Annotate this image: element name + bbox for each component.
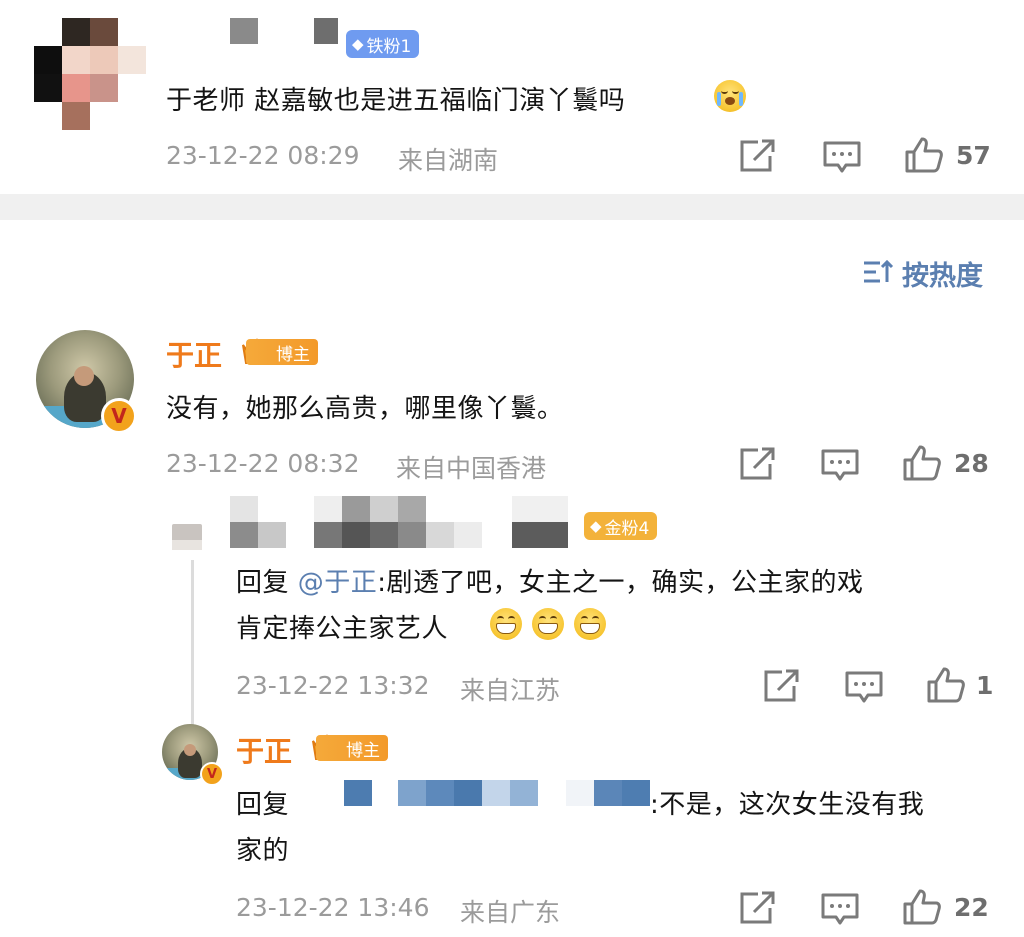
mention-link[interactable]: @于正	[298, 568, 378, 598]
blogger-badge-label: 博主	[276, 344, 310, 365]
fan-badge-label: 金粉4	[604, 518, 650, 539]
grinning-face-emoji	[490, 608, 522, 640]
comment-icon[interactable]	[822, 140, 862, 174]
author-name[interactable]: 于正	[166, 334, 222, 374]
reply-prefix: 回复	[236, 568, 298, 598]
comment-icon[interactable]	[820, 448, 860, 482]
grinning-face-emoji	[532, 608, 564, 640]
like-icon[interactable]	[926, 666, 966, 704]
comment-icon[interactable]	[820, 892, 860, 926]
reply-text-line2: 家的	[236, 836, 290, 866]
reply-prefix: 回复	[236, 790, 290, 820]
comment-text: 没有，她那么高贵，哪里像丫鬟。	[166, 394, 564, 424]
reply-text-line1: 回复 @于正:剧透了吧，女主之一，确实，公主家的戏	[236, 562, 864, 599]
like-icon[interactable]	[902, 444, 942, 482]
fan-badge: ◆ 金粉4	[584, 512, 658, 540]
like-count: 28	[954, 449, 989, 478]
reply-text-line1: :不是，这次女生没有我	[650, 790, 925, 820]
comment-location: 来自湖南	[398, 146, 499, 175]
fan-badge-label: 铁粉1	[366, 36, 412, 57]
comment-text-content: 于老师 赵嘉敏也是进五福临门演丫鬟吗	[166, 86, 626, 116]
share-icon[interactable]	[762, 668, 800, 704]
grinning-face-emoji	[574, 608, 606, 640]
diamond-icon: ◆	[352, 35, 364, 53]
like-count: 22	[954, 893, 989, 922]
reply-timestamp: 23-12-22 13:32	[236, 671, 430, 700]
blogger-badge: 博主	[246, 339, 318, 365]
like-count: 57	[956, 141, 991, 170]
crying-face-emoji	[714, 80, 746, 112]
reply-timestamp: 23-12-22 13:46	[236, 893, 430, 922]
reply-location: 来自江苏	[460, 676, 561, 705]
share-icon[interactable]	[738, 446, 776, 482]
verified-v-icon: V	[200, 762, 224, 786]
comment-location: 来自中国香港	[396, 454, 547, 483]
like-count: 1	[976, 671, 994, 700]
comment-timestamp: 23-12-22 08:32	[166, 449, 360, 478]
reply-text-part: 肯定捧公主家艺人	[236, 614, 449, 644]
fan-badge: ◆ 铁粉1	[346, 30, 420, 58]
reply-location: 来自广东	[460, 898, 561, 927]
share-icon[interactable]	[738, 890, 776, 926]
section-divider	[0, 194, 1024, 220]
share-icon[interactable]	[738, 138, 776, 174]
sort-icon	[864, 259, 894, 283]
author-name[interactable]: 于正	[236, 730, 292, 770]
sort-label: 按热度	[902, 261, 983, 292]
blogger-badge-label: 博主	[346, 740, 380, 761]
blogger-badge: 博主	[316, 735, 388, 761]
comment-timestamp: 23-12-22 08:29	[166, 141, 360, 170]
like-icon[interactable]	[902, 888, 942, 926]
comment-text: 于老师 赵嘉敏也是进五福临门演丫鬟吗	[166, 80, 625, 117]
gem-icon: ◆	[590, 517, 602, 535]
reply-thread-line	[191, 560, 194, 742]
comment-icon[interactable]	[844, 670, 884, 704]
reply-text-line2: 肯定捧公主家艺人	[236, 608, 448, 645]
like-icon[interactable]	[904, 136, 944, 174]
verified-v-icon: V	[101, 398, 137, 434]
reply-text-part: :剧透了吧，女主之一，确实，公主家的戏	[377, 568, 864, 598]
